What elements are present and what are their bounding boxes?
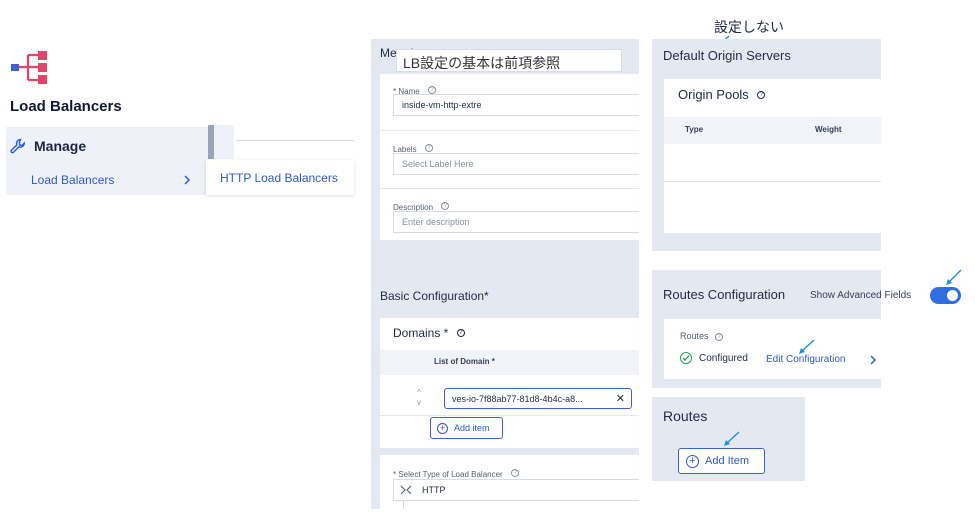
annotation-arrow bbox=[946, 269, 962, 285]
add-domain-button[interactable]: + Add item bbox=[430, 417, 503, 439]
wrench-icon bbox=[10, 138, 25, 154]
help-icon[interactable]: ? bbox=[456, 328, 465, 337]
lb-type-value: HTTP bbox=[422, 485, 446, 495]
help-icon[interactable]: ? bbox=[425, 143, 434, 152]
annotation-arrow bbox=[799, 339, 815, 354]
metadata-card: * Name ? inside-vm-http-extre Labels ? S… bbox=[380, 74, 639, 240]
http-route-icon bbox=[400, 485, 412, 495]
nav-section-manage[interactable]: Manage bbox=[6, 127, 210, 165]
domain-value: ves-io-7f88ab77-81d8-4b4c-a8... bbox=[452, 393, 583, 404]
lb-type-select[interactable]: HTTP bbox=[393, 479, 639, 501]
plus-circle-icon: + bbox=[437, 422, 448, 434]
plus-circle-icon: + bbox=[686, 454, 699, 468]
add-route-label: Add Item bbox=[705, 455, 750, 467]
lb-type-label: * Select Type of Load Balancer bbox=[393, 470, 503, 479]
routes-label: Routes bbox=[680, 331, 709, 341]
add-route-button[interactable]: + Add Item bbox=[678, 448, 765, 474]
help-icon[interactable]: ? bbox=[441, 201, 450, 210]
col-type: Type bbox=[685, 125, 704, 134]
configured-label: Configured bbox=[699, 352, 748, 364]
description-placeholder: Enter description bbox=[402, 217, 470, 227]
load-balancer-logo-icon bbox=[11, 51, 47, 84]
name-field[interactable]: inside-vm-http-extre bbox=[393, 94, 639, 116]
configured-status: Configured bbox=[680, 352, 748, 364]
routes-title: Routes bbox=[663, 408, 708, 424]
show-advanced-toggle[interactable] bbox=[930, 287, 961, 304]
chevron-right-icon[interactable] bbox=[869, 355, 877, 365]
show-advanced-label: Show Advanced Fields bbox=[810, 290, 912, 301]
help-icon[interactable]: ? bbox=[511, 468, 520, 477]
domain-input[interactable]: ves-io-7f88ab77-81d8-4b4c-a8... ✕ bbox=[444, 388, 632, 409]
check-circle-icon bbox=[680, 352, 692, 364]
routes-card bbox=[664, 319, 881, 379]
origin-pools-table-header: Type Weight bbox=[664, 117, 881, 144]
divider bbox=[664, 181, 881, 182]
basic-config-title: Basic Configuration* bbox=[380, 289, 489, 303]
help-icon[interactable]: ? bbox=[428, 85, 437, 94]
list-of-domain-header: List of Domain * bbox=[434, 357, 495, 366]
close-icon[interactable]: ✕ bbox=[616, 392, 625, 405]
nav-section-label: Manage bbox=[34, 138, 87, 154]
divider bbox=[403, 501, 404, 509]
divider bbox=[380, 415, 639, 416]
submenu-item-label: HTTP Load Balancers bbox=[220, 170, 338, 185]
toggle-knob bbox=[947, 290, 958, 301]
origin-pools-title: Origin Pools bbox=[678, 87, 749, 102]
routes-config-title: Routes Configuration bbox=[663, 287, 786, 302]
help-icon[interactable]: ? bbox=[715, 332, 724, 341]
default-origin-title: Default Origin Servers bbox=[663, 48, 791, 63]
domains-card: Domains * ? bbox=[380, 318, 639, 448]
divider bbox=[236, 140, 354, 141]
annotation-arrow bbox=[724, 431, 740, 446]
nav-gutter bbox=[214, 125, 234, 159]
domain-list-header: List of Domain * bbox=[380, 350, 639, 375]
annotation-callout: LB設定の基本は前項参照 bbox=[396, 49, 622, 72]
page-title: Load Balancers bbox=[10, 98, 122, 115]
description-field[interactable]: Enter description bbox=[393, 211, 639, 233]
labels-select[interactable]: Select Label Here bbox=[393, 153, 639, 175]
sidebar-item-label: Load Balancers bbox=[31, 173, 115, 187]
col-weight: Weight bbox=[815, 125, 842, 134]
labels-placeholder: Select Label Here bbox=[402, 159, 474, 169]
chevron-right-icon bbox=[184, 175, 191, 185]
divider bbox=[380, 188, 639, 189]
domains-title: Domains * bbox=[393, 326, 449, 340]
sort-arrows-icon[interactable]: ^ v bbox=[414, 388, 424, 410]
sidebar-item-load-balancers[interactable]: Load Balancers bbox=[6, 165, 206, 195]
name-field-value: inside-vm-http-extre bbox=[402, 100, 482, 110]
divider bbox=[380, 130, 639, 131]
origin-pools-card: Origin Pools ? bbox=[664, 79, 881, 233]
help-icon[interactable]: ? bbox=[757, 90, 766, 99]
add-item-label: Add item bbox=[454, 423, 490, 433]
routes-field-label: Routes ? bbox=[680, 331, 724, 341]
submenu-item-http-load-balancers[interactable]: HTTP Load Balancers bbox=[206, 160, 354, 195]
